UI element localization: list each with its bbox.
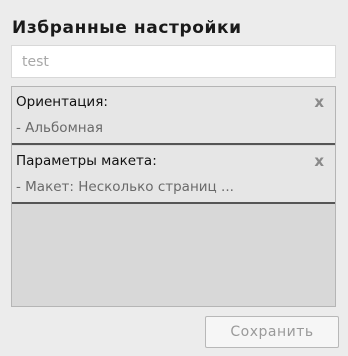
close-icon[interactable]: x — [314, 152, 324, 170]
layout-label: Параметры макета: — [16, 153, 157, 169]
list-item[interactable]: Ориентация: x - Альбомная — [12, 87, 335, 145]
orientation-label: Ориентация: — [16, 94, 108, 110]
preset-name-input[interactable] — [11, 45, 336, 78]
close-icon[interactable]: x — [314, 93, 324, 111]
list-item[interactable]: Параметры макета: x - Макет: Несколько с… — [12, 146, 335, 204]
save-button[interactable]: Сохранить — [205, 316, 339, 348]
favorite-settings-panel: Избранные настройки Ориентация: x - Альб… — [0, 0, 348, 356]
settings-list[interactable]: Ориентация: x - Альбомная Параметры маке… — [11, 86, 336, 307]
layout-value: - Макет: Несколько страниц ... — [16, 179, 234, 195]
panel-title: Избранные настройки — [12, 18, 242, 38]
orientation-value: - Альбомная — [16, 120, 103, 136]
